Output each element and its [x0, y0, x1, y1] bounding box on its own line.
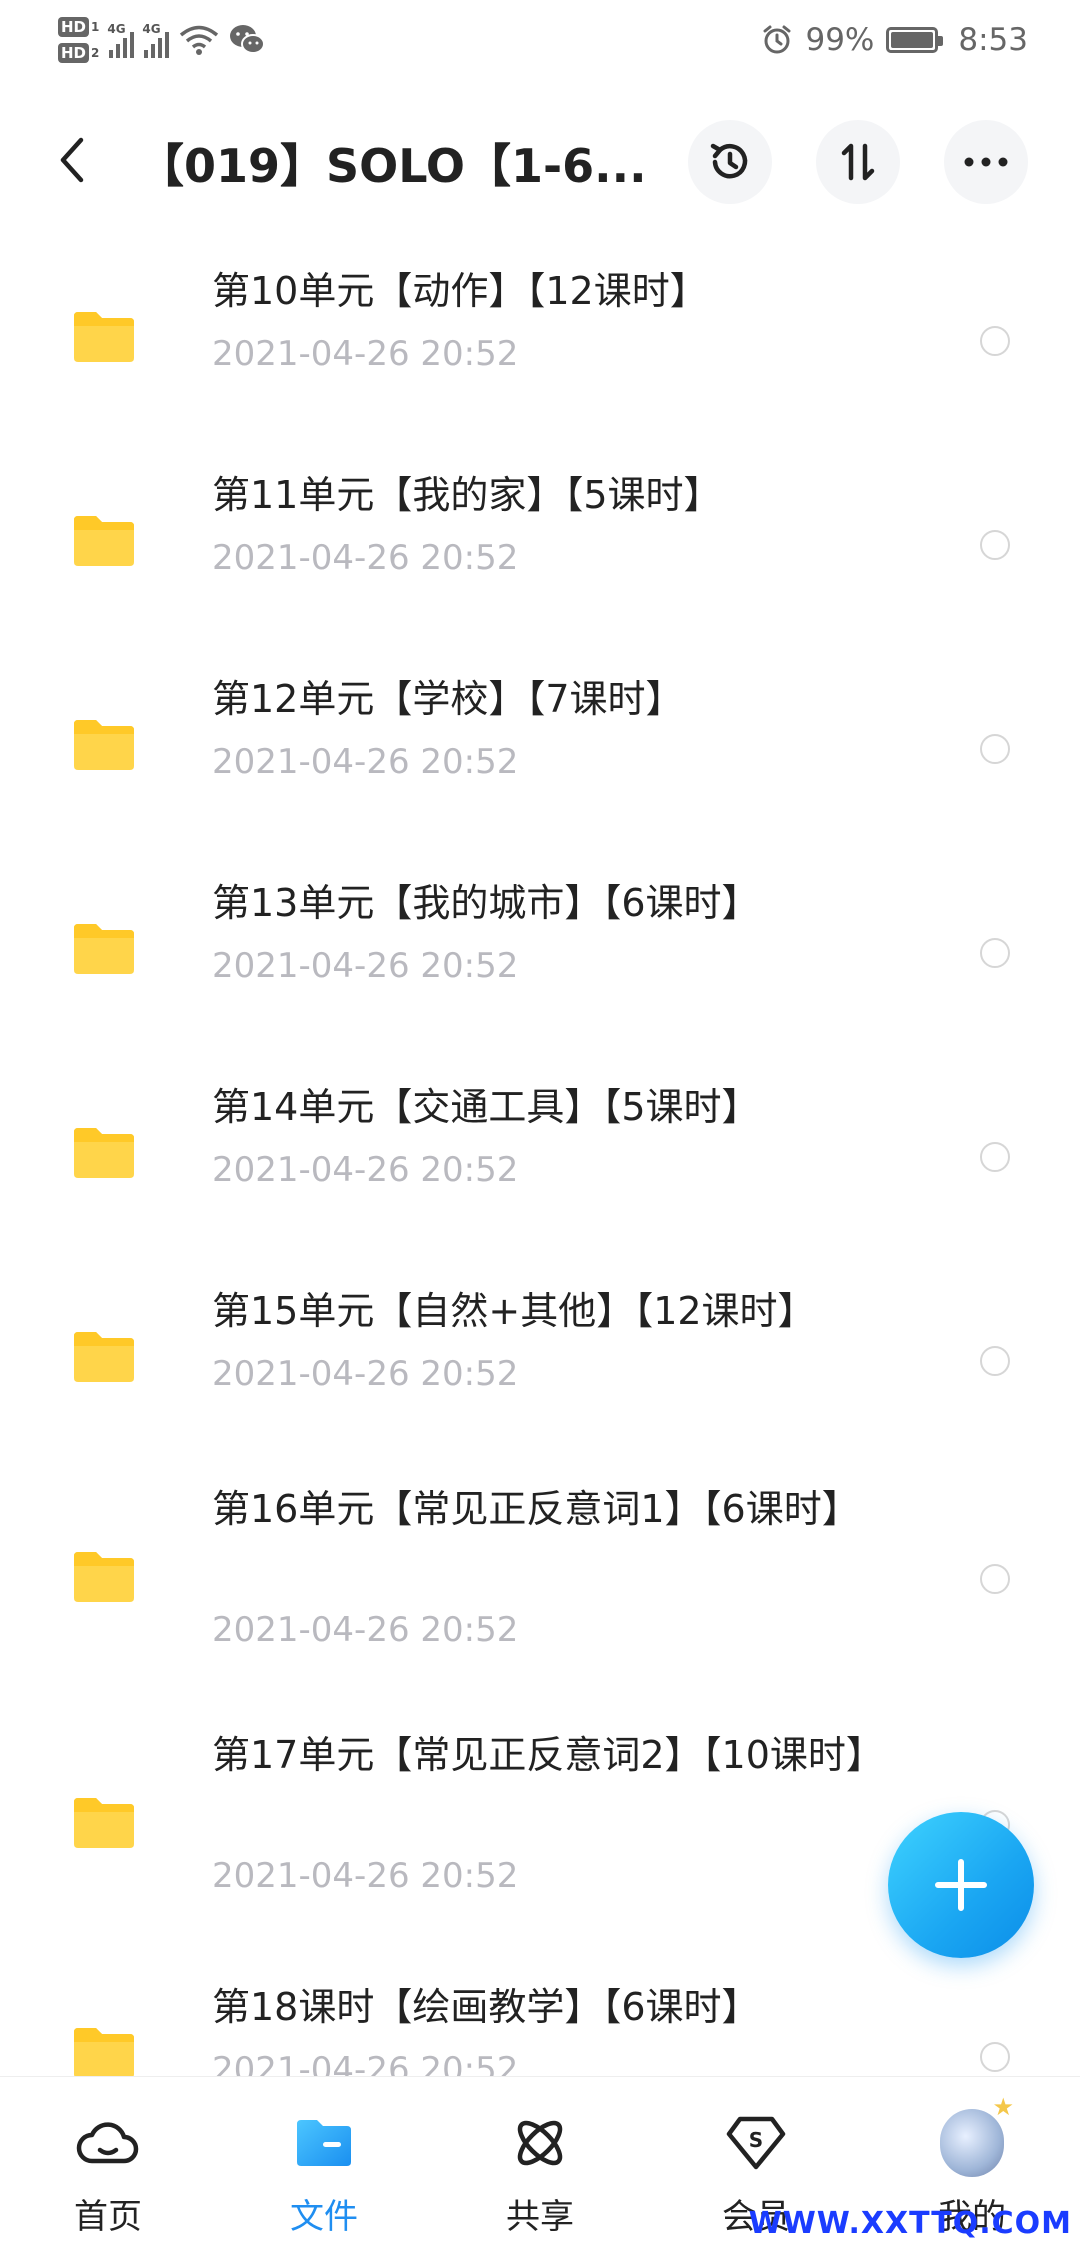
select-radio[interactable]: [980, 1142, 1010, 1172]
file-name: 第13单元【我的城市】【6课时】: [212, 881, 760, 925]
file-name: 第11单元【我的家】【5课时】: [212, 473, 722, 517]
history-icon: [710, 143, 748, 179]
signal-icon: 4G: [107, 22, 135, 58]
vip-shield-icon: S: [726, 2116, 786, 2170]
file-item[interactable]: 第11单元【我的家】【5课时】 2021-04-26 20:52: [0, 438, 1080, 642]
folder-icon: [74, 1332, 134, 1382]
folder-icon: [74, 2028, 134, 2076]
select-radio[interactable]: [980, 1346, 1010, 1376]
folder-icon: [74, 1798, 134, 1848]
atom-icon: [517, 2120, 563, 2166]
watermark: WWW.XXTTQ.COM: [748, 2206, 1072, 2241]
file-item[interactable]: 第10单元【动作】【12课时】 2021-04-26 20:52: [0, 234, 1080, 438]
more-button[interactable]: [944, 120, 1028, 204]
cloud-icon: [76, 2122, 139, 2164]
file-item[interactable]: 第18课时【绘画教学】【6课时】 2021-04-26 20:52: [0, 1950, 1080, 2076]
back-icon: [60, 137, 84, 183]
file-item[interactable]: 第12单元【学校】【7课时】 2021-04-26 20:52: [0, 642, 1080, 846]
sort-button[interactable]: [816, 120, 900, 204]
wifi-icon: [180, 25, 219, 55]
file-date: 2021-04-26 20:52: [212, 334, 519, 374]
back-button[interactable]: [44, 120, 100, 200]
battery-percent: 99%: [805, 22, 875, 58]
status-bar: HD 1 HD 2 4G 4G 99% 8:53: [0, 0, 1080, 80]
sort-icon: [841, 143, 875, 181]
file-item[interactable]: 第14单元【交通工具】【5课时】 2021-04-26 20:52: [0, 1050, 1080, 1254]
wechat-icon: [230, 25, 266, 54]
nav-label: 首页: [74, 2197, 142, 2237]
clock: 8:53: [958, 22, 1028, 58]
file-name: 第14单元【交通工具】【5课时】: [212, 1085, 760, 1129]
page-title: 【019】SOLO【1-6...: [138, 139, 647, 193]
file-date: 2021-04-26 20:52: [212, 1354, 519, 1394]
signal-icon: 4G: [142, 22, 170, 58]
bottom-nav: 首页 文件 共享 S 会员 ★ 我的 WWW.XXTTQ.COM: [0, 2076, 1080, 2245]
status-right: 99% 8:53: [761, 14, 1028, 66]
select-radio[interactable]: [980, 1564, 1010, 1594]
folder-icon: [74, 516, 134, 566]
file-date: 2021-04-26 20:52: [212, 538, 519, 578]
file-name: 第16单元【常见正反意词1】【6课时】: [212, 1487, 860, 1531]
battery-icon: [886, 27, 944, 53]
file-date: 2021-04-26 20:52: [212, 1150, 519, 1190]
folder-icon: [74, 312, 134, 362]
file-item[interactable]: 第15单元【自然+其他】【12课时】 2021-04-26 20:52: [0, 1254, 1080, 1458]
file-date: 2021-04-26 20:52: [212, 2050, 519, 2076]
folder-icon: [74, 924, 134, 974]
svg-text:S: S: [749, 2128, 763, 2152]
status-left: HD 1 HD 2 4G 4G: [58, 10, 266, 70]
nav-home[interactable]: 首页: [0, 2077, 216, 2245]
file-name: 第12单元【学校】【7课时】: [212, 677, 684, 721]
folder-icon: [74, 720, 134, 770]
app-header: 【019】SOLO【1-6...: [0, 90, 1080, 234]
nav-share[interactable]: 共享: [432, 2077, 648, 2245]
select-radio[interactable]: [980, 734, 1010, 764]
select-radio[interactable]: [980, 326, 1010, 356]
avatar: [940, 2093, 1014, 2177]
nav-label: 文件: [290, 2197, 358, 2237]
folder-icon: [297, 2120, 351, 2166]
file-date: 2021-04-26 20:52: [212, 946, 519, 986]
history-button[interactable]: [688, 120, 772, 204]
file-name: 第10单元【动作】【12课时】: [212, 269, 708, 313]
alarm-icon: [763, 25, 791, 54]
file-date: 2021-04-26 20:52: [212, 1610, 519, 1650]
file-name: 第18课时【绘画教学】【6课时】: [212, 1985, 760, 2029]
more-icon: [964, 157, 1008, 167]
select-radio[interactable]: [980, 2042, 1010, 2072]
add-button[interactable]: [888, 1812, 1034, 1958]
nav-label: 共享: [506, 2197, 574, 2237]
file-item[interactable]: 第13单元【我的城市】【6课时】 2021-04-26 20:52: [0, 846, 1080, 1050]
file-date: 2021-04-26 20:52: [212, 742, 519, 782]
hd-badge-2: HD 2: [58, 43, 99, 63]
file-name: 第15单元【自然+其他】【12课时】: [212, 1289, 816, 1333]
file-item[interactable]: 第16单元【常见正反意词1】【6课时】 2021-04-26 20:52: [0, 1458, 1080, 1704]
file-name: 第17单元【常见正反意词2】【10课时】: [212, 1733, 884, 1777]
plus-icon: [935, 1859, 987, 1911]
folder-icon: [74, 1552, 134, 1602]
select-radio[interactable]: [980, 938, 1010, 968]
folder-icon: [74, 1128, 134, 1178]
nav-files[interactable]: 文件: [216, 2077, 432, 2245]
file-date: 2021-04-26 20:52: [212, 1856, 519, 1896]
hd-badge-1: HD 1: [58, 17, 99, 37]
file-list[interactable]: 第10单元【动作】【12课时】 2021-04-26 20:52 第11单元【我的家…: [0, 234, 1080, 2076]
select-radio[interactable]: [980, 530, 1010, 560]
